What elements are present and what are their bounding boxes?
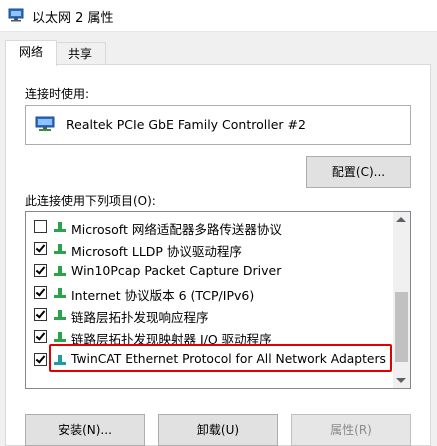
items-label: 此连接使用下列项目(O): (25, 194, 156, 208)
item-label: 链路层拓扑发现响应程序 (71, 310, 209, 325)
scroll-down-icon[interactable] (396, 378, 406, 383)
item-label: Internet 协议版本 6 (TCP/IPv6) (71, 288, 255, 303)
window-title: 以太网 2 属性 (32, 11, 114, 26)
adapter-name: Realtek PCIe GbE Family Controller #2 (66, 117, 306, 132)
properties-button[interactable]: 属性(R) (291, 414, 411, 446)
item-label: Win10Pcap Packet Capture Driver (71, 263, 282, 278)
list-item[interactable]: Microsoft LLDP 协议驱动程序 (26, 238, 394, 260)
item-checkbox[interactable] (34, 308, 47, 321)
tab-network[interactable]: 网络 (5, 40, 57, 66)
highlight-annotation (49, 344, 392, 372)
item-checkbox[interactable] (34, 264, 47, 277)
list-scrollbar[interactable] (393, 212, 410, 388)
item-checkbox[interactable] (34, 286, 47, 299)
tab-sharing[interactable]: 共享 (55, 42, 106, 65)
protocol-icon (54, 222, 66, 232)
install-button[interactable]: 安装(N)... (25, 414, 145, 446)
item-checkbox[interactable] (34, 242, 47, 255)
protocol-icon (54, 332, 66, 342)
item-checkbox[interactable] (34, 353, 47, 366)
protocol-icon (54, 244, 66, 254)
network-adapter-icon (8, 8, 24, 22)
item-label: Microsoft LLDP 协议驱动程序 (71, 244, 242, 259)
scroll-up-icon[interactable] (396, 217, 406, 222)
protocol-icon (54, 310, 66, 320)
item-checkbox[interactable] (34, 220, 47, 233)
configure-button[interactable]: 配置(C)... (306, 156, 411, 188)
list-item[interactable]: Microsoft 网络适配器多路传送器协议 (26, 216, 394, 238)
uninstall-button[interactable]: 卸载(U) (158, 414, 278, 446)
scroll-thumb[interactable] (395, 292, 408, 362)
list-item[interactable]: 链路层拓扑发现响应程序 (26, 304, 394, 326)
connect-using-label: 连接时使用: (25, 87, 90, 101)
list-item[interactable]: Win10Pcap Packet Capture Driver (26, 260, 394, 282)
protocol-icon (54, 266, 66, 276)
item-label: Microsoft 网络适配器多路传送器协议 (71, 222, 282, 237)
item-checkbox[interactable] (34, 330, 47, 343)
list-item[interactable]: Internet 协议版本 6 (TCP/IPv6) (26, 282, 394, 304)
network-adapter-icon (35, 116, 55, 131)
protocol-icon (54, 288, 66, 298)
